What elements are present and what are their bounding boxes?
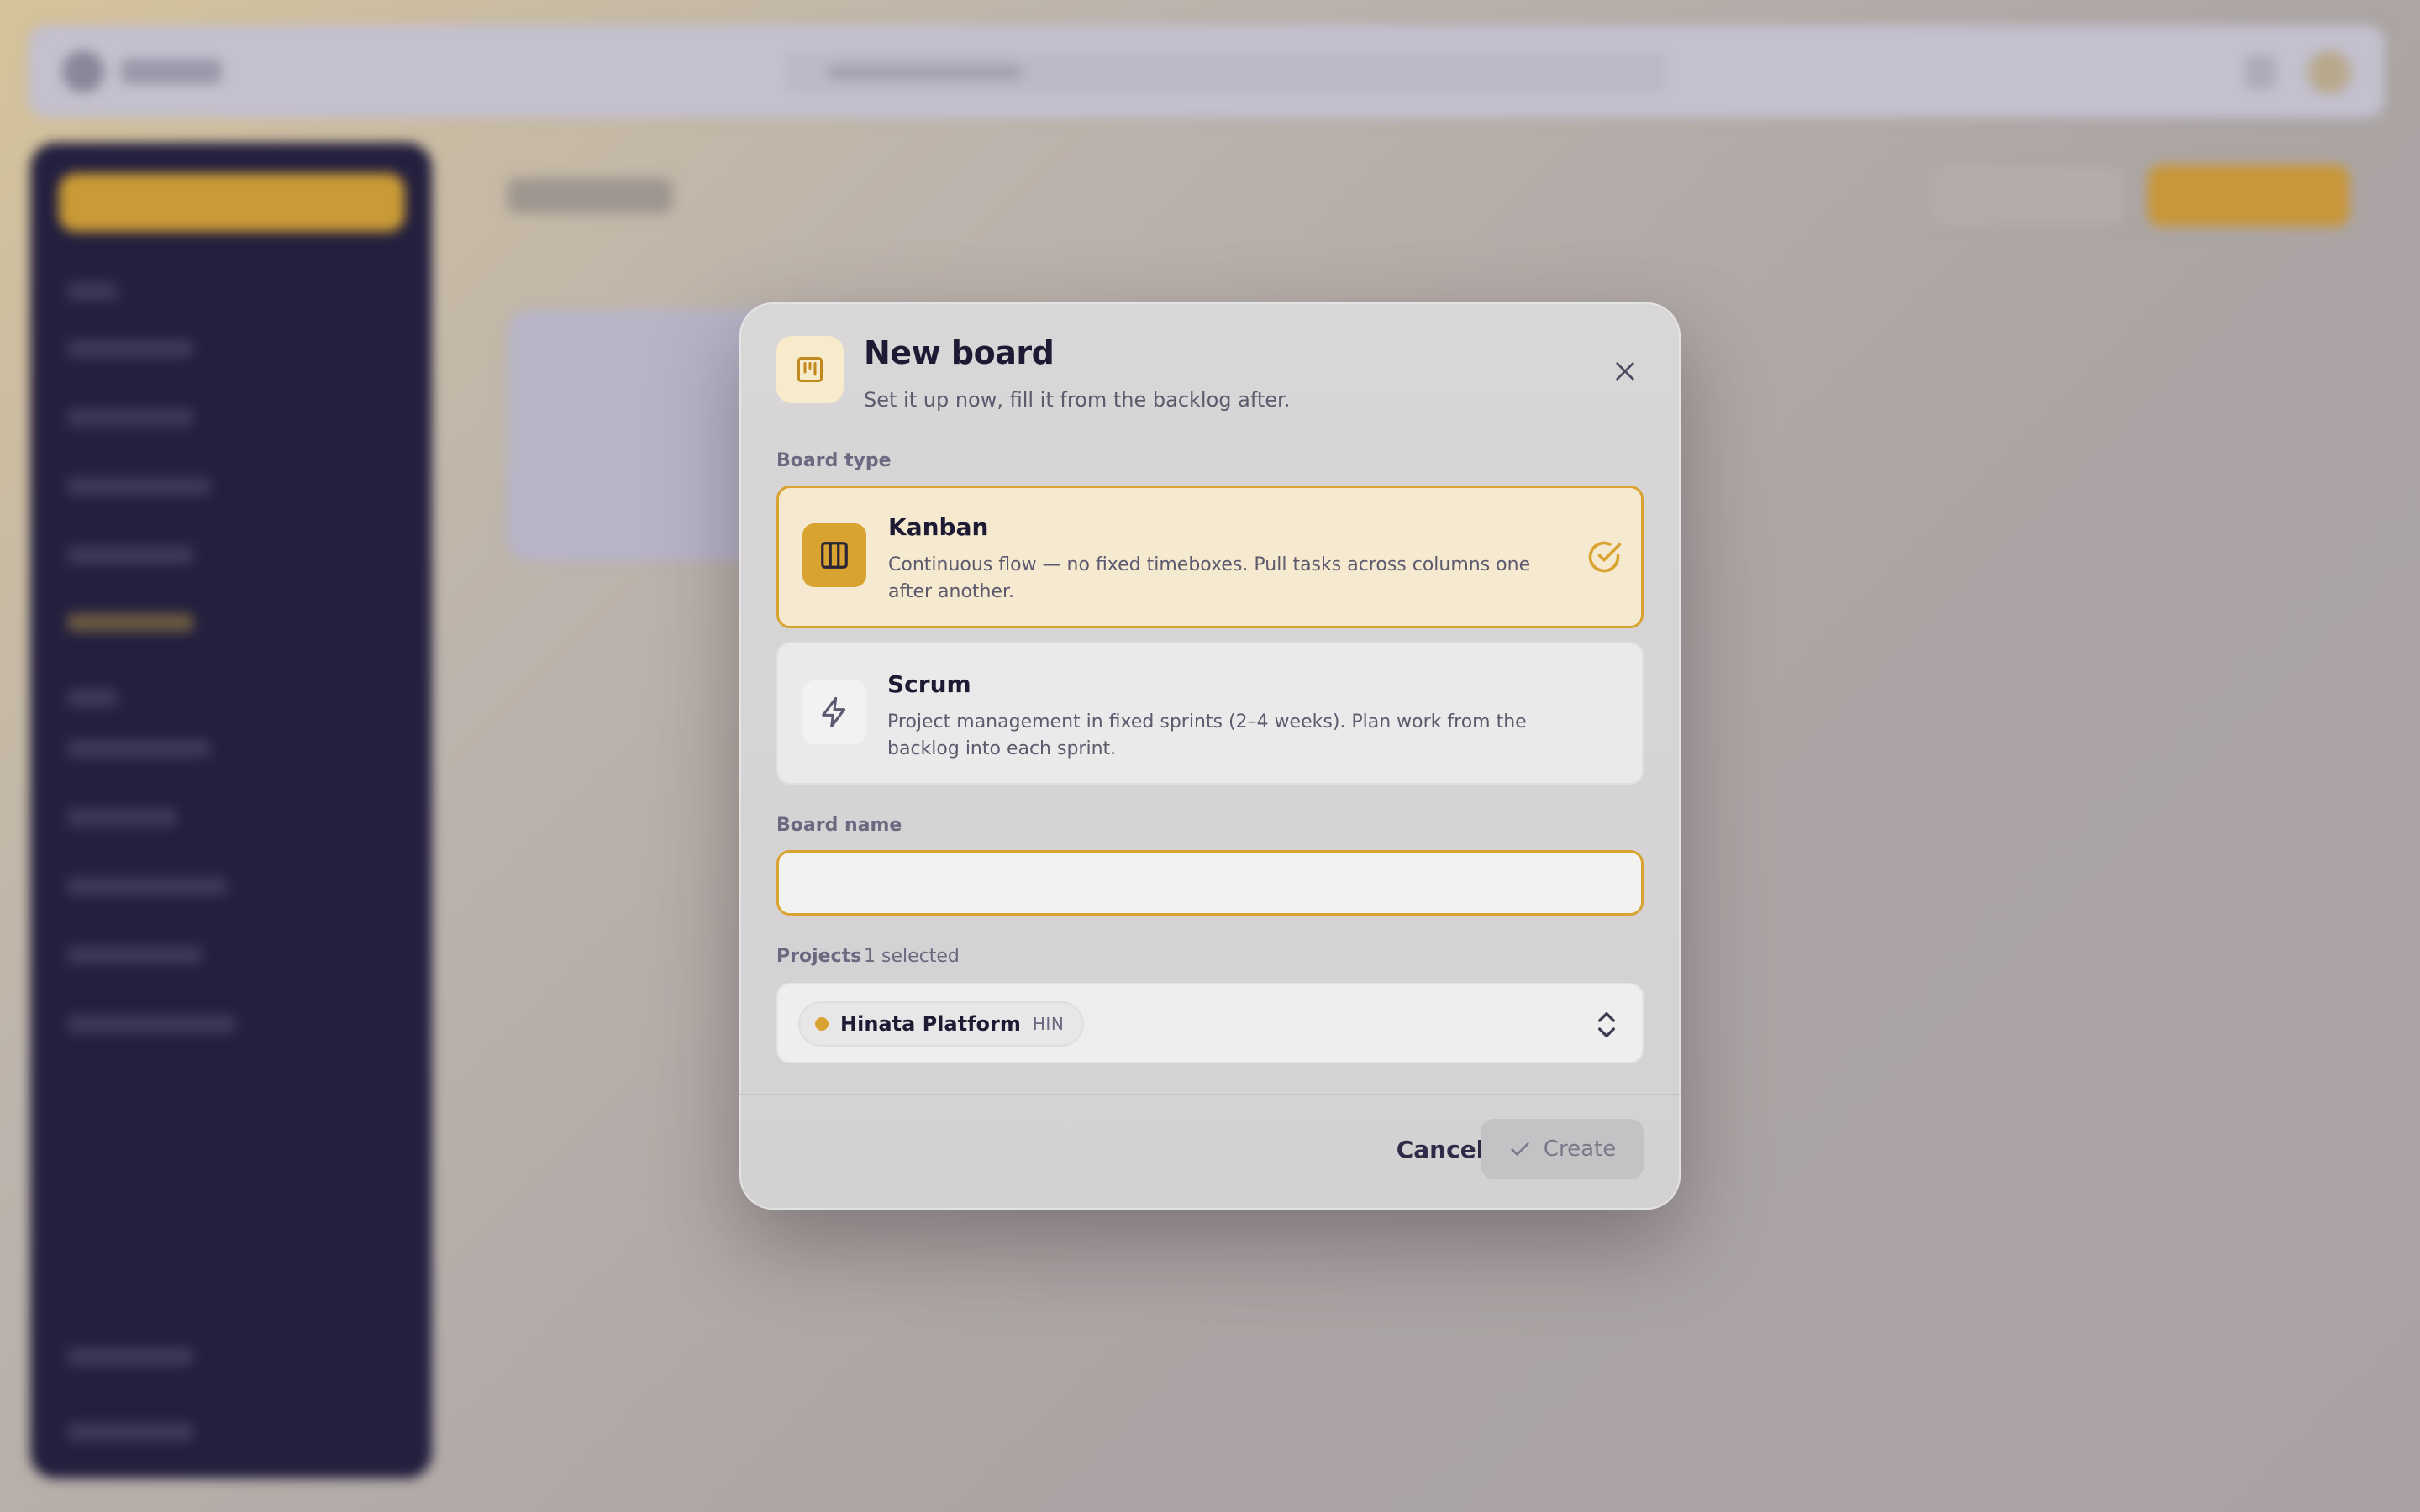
- search-placeholder-shape: [829, 66, 1022, 79]
- new-board-button: [2148, 165, 2349, 227]
- global-search: [785, 52, 1667, 92]
- lightning-icon: [802, 680, 866, 744]
- sidebar: [30, 143, 432, 1478]
- sidebar-item: [67, 546, 193, 564]
- create-button[interactable]: Create: [1481, 1119, 1644, 1179]
- filter-dropdown: [1931, 166, 2124, 225]
- sidebar-item: [67, 1347, 193, 1366]
- board-type-description: Project management in fixed sprints (2–4…: [887, 711, 1527, 759]
- create-button-label: Create: [1543, 1137, 1617, 1162]
- sidebar-item: [67, 477, 210, 496]
- new-board-dialog: New board Set it up now, fill it from th…: [739, 302, 1681, 1210]
- footer-divider: [739, 1094, 1681, 1095]
- board-type-option-kanban[interactable]: Kanban Continuous flow — no fixed timebo…: [776, 486, 1644, 628]
- page-title: [508, 178, 672, 213]
- board-icon: [776, 336, 844, 403]
- sidebar-item: [67, 808, 176, 827]
- check-icon: [1511, 1142, 1529, 1156]
- board-type-label: Board type: [776, 450, 892, 471]
- dialog-title: New board: [864, 334, 1055, 371]
- app-name-placeholder: [121, 59, 222, 84]
- board-type-description: Continuous flow — no fixed timeboxes. Pu…: [888, 554, 1531, 602]
- selected-check-icon: [1588, 541, 1622, 573]
- sidebar-item: [67, 877, 227, 895]
- sidebar-item: [67, 1423, 193, 1441]
- board-name-label: Board name: [776, 815, 902, 836]
- sidebar-item: [67, 408, 193, 427]
- sidebar-primary-button: [59, 173, 405, 232]
- notifications-icon: [2245, 55, 2275, 89]
- project-name: Hinata Platform: [840, 1012, 1021, 1036]
- board-name-input[interactable]: [776, 850, 1644, 916]
- top-bar: [29, 25, 2385, 118]
- sidebar-item-active: [67, 613, 193, 632]
- project-key: HIN: [1032, 1014, 1065, 1034]
- app-logo-icon: [62, 50, 104, 92]
- board-type-name: Scrum: [887, 670, 971, 698]
- sidebar-item: [67, 739, 210, 758]
- sidebar-item: [67, 946, 202, 964]
- columns-icon: [802, 523, 866, 587]
- sidebar-section-label: [67, 282, 118, 301]
- sidebar-item: [67, 1015, 235, 1033]
- close-button[interactable]: [1605, 351, 1645, 391]
- project-color-dot: [815, 1017, 829, 1031]
- avatar: [2307, 50, 2351, 94]
- projects-selected-count: 1 selected: [864, 946, 960, 967]
- dialog-subtitle: Set it up now, fill it from the backlog …: [864, 388, 1291, 412]
- chevron-up-down-icon: [1598, 1012, 1615, 1037]
- board-type-name: Kanban: [888, 513, 989, 541]
- project-chip[interactable]: Hinata Platform HIN: [798, 1001, 1085, 1047]
- close-icon: [1616, 362, 1634, 381]
- projects-select[interactable]: Hinata Platform HIN: [776, 983, 1644, 1063]
- board-type-option-scrum[interactable]: Scrum Project management in fixed sprint…: [776, 642, 1644, 785]
- sidebar-section-label: [67, 689, 118, 707]
- projects-label: Projects: [776, 946, 862, 967]
- sidebar-item: [67, 339, 193, 358]
